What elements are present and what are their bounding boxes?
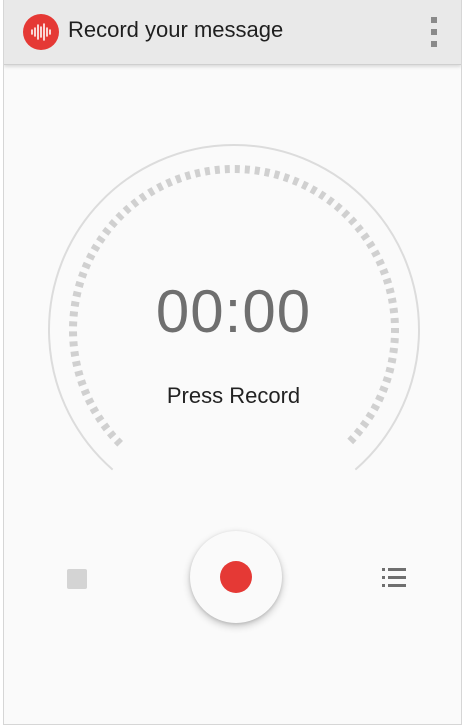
more-vert-icon[interactable]	[427, 17, 441, 47]
stop-button[interactable]	[64, 566, 90, 592]
app-bar: Record your message	[4, 0, 461, 65]
status-label: Press Record	[166, 383, 301, 408]
stop-icon	[67, 569, 87, 589]
recordings-list-button[interactable]	[380, 564, 410, 592]
waveform-icon	[23, 14, 59, 50]
record-button[interactable]	[190, 531, 282, 623]
elapsed-time: 00:00	[155, 278, 312, 345]
list-icon	[382, 568, 406, 587]
app-title: Record your message	[68, 17, 284, 42]
recorder-screen: Record your message 00:00 Press Record	[3, 0, 462, 725]
record-icon	[220, 561, 252, 593]
